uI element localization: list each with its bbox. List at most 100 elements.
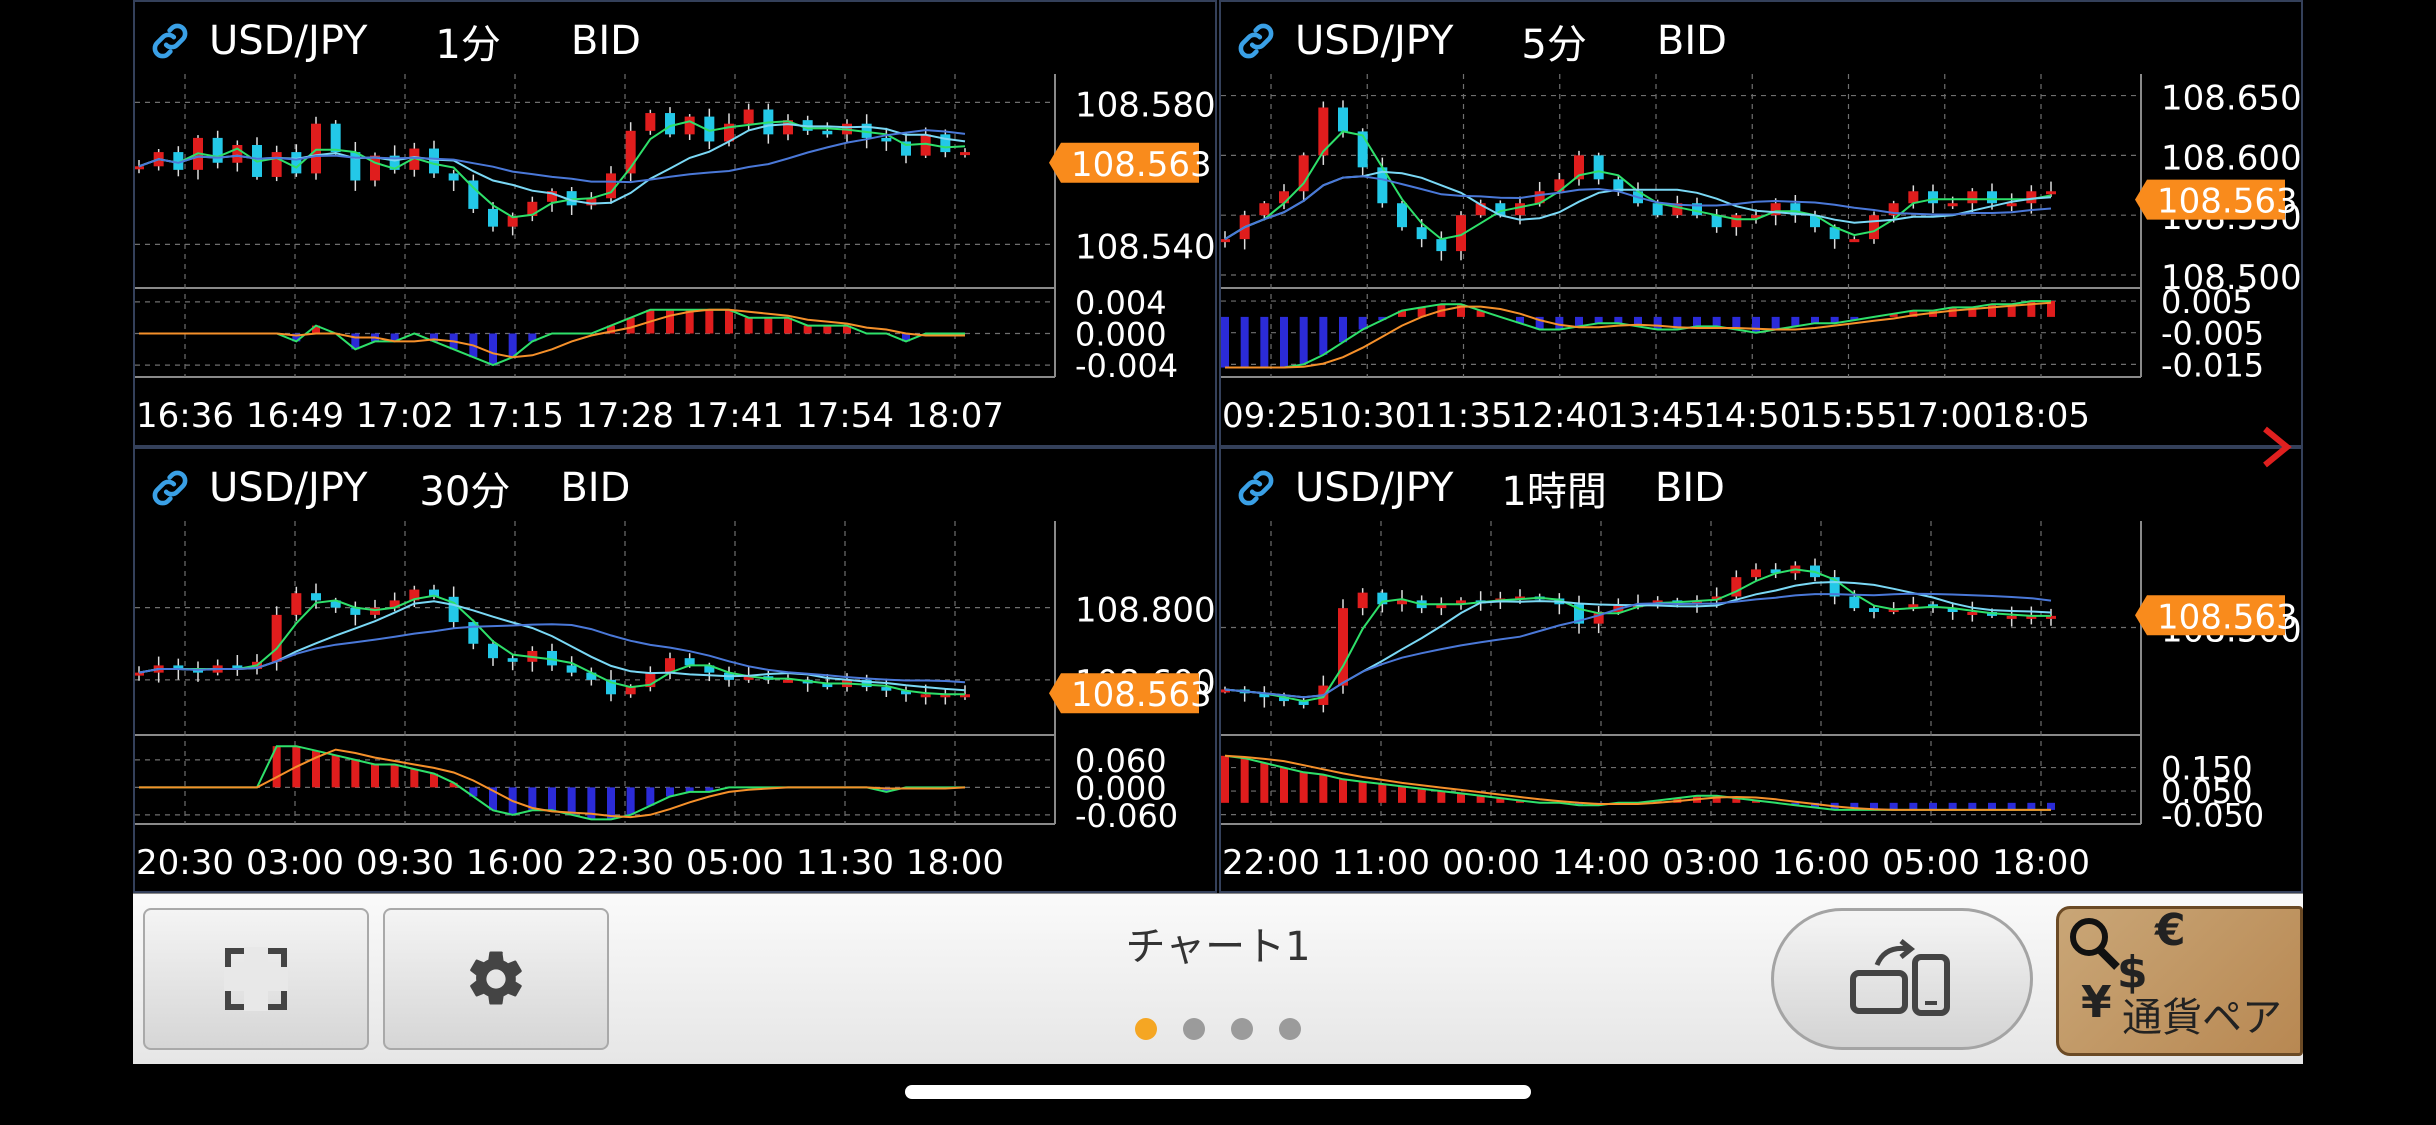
euro-symbol: € — [2155, 906, 2186, 956]
time-axis-label: 14:00 — [1552, 843, 1650, 883]
osc-bar — [331, 755, 340, 788]
candle — [881, 137, 892, 142]
candle — [606, 173, 616, 199]
candle — [665, 113, 675, 135]
osc-bar — [1988, 304, 1996, 317]
page-dot[interactable] — [1183, 1018, 1205, 1040]
candle — [448, 173, 459, 181]
osc-bar — [1909, 802, 1918, 810]
chart-panel-5m[interactable]: USD/JPY 5分 BID 108.650108.600108.550108.… — [1219, 0, 2303, 447]
price-axis-label: 108.580 — [1075, 85, 1216, 125]
rotate-device-button[interactable] — [1771, 908, 2033, 1050]
osc-bar — [1968, 802, 1977, 810]
time-axis-label: 17:02 — [356, 396, 454, 436]
candle — [507, 658, 518, 662]
osc-bar — [2007, 802, 2016, 810]
osc-bar — [1398, 786, 1406, 803]
osc-bar — [1260, 762, 1269, 803]
chart-panel-1h[interactable]: USD/JPY 1時間 BID 108.5000.1500.050-0.0501… — [1219, 447, 2303, 893]
price-axis-label: 108.650 — [2161, 79, 2302, 119]
osc-bar — [1240, 758, 1249, 803]
candle — [940, 134, 951, 153]
current-price-label: 108.563 — [2157, 182, 2298, 222]
candle — [1869, 215, 1879, 240]
page-dot[interactable] — [1279, 1018, 1301, 1040]
osc-bar — [823, 325, 832, 334]
candle — [1967, 612, 1978, 616]
page-dot[interactable] — [1231, 1018, 1253, 1040]
osc-bar — [646, 787, 655, 806]
candle — [1849, 239, 1860, 243]
macd-line — [139, 308, 965, 367]
chart-panel-1m[interactable]: USD/JPY 1分 BID 108.580 108.540 0.004 0.000-… — [133, 0, 1217, 447]
osc-axis-label: -0.050 — [2161, 797, 2264, 835]
chart-area[interactable]: 108.650108.600108.550108.5000.005-0.005-… — [1221, 2, 2303, 447]
osc-bar — [351, 759, 360, 788]
osc-bar — [1378, 784, 1387, 803]
time-axis-label: 11:30 — [796, 843, 894, 883]
candle — [1593, 155, 1604, 180]
time-axis-label: 09:25 — [1222, 396, 1320, 436]
candle — [212, 137, 223, 163]
osc-bar — [1240, 316, 1249, 368]
yen-symbol: ¥ — [2081, 977, 2112, 1028]
time-axis-label: 00:00 — [1442, 843, 1540, 883]
candle — [1908, 191, 1919, 204]
osc-bar — [626, 787, 635, 815]
candle — [1967, 191, 1978, 204]
osc-axis-label: -0.060 — [1075, 797, 1178, 835]
candle — [1338, 107, 1348, 132]
osc-bar — [1653, 316, 1662, 330]
time-axis-label: 11:00 — [1332, 843, 1430, 883]
candle — [311, 123, 321, 174]
chart-area[interactable]: 108.800108.6000.0600.000-0.060108.56320:… — [135, 449, 1217, 893]
time-axis-label: 11:35 — [1415, 396, 1513, 436]
chart-area[interactable]: 108.5000.1500.050-0.050108.56322:0011:00… — [1221, 449, 2303, 893]
time-axis-label: 13:45 — [1607, 396, 1705, 436]
osc-bar — [1417, 788, 1426, 803]
candle — [330, 123, 341, 153]
screen: USD/JPY 1分 BID 108.580 108.540 0.004 0.000-… — [0, 0, 2436, 1125]
current-price-label: 108.563 — [1071, 145, 1212, 185]
osc-bar — [489, 333, 497, 366]
signal-line — [1225, 301, 2052, 369]
candle — [1711, 215, 1722, 228]
home-indicator[interactable] — [905, 1085, 1531, 1099]
osc-axis-label: -0.004 — [1075, 347, 1178, 385]
price-axis-label: 108.600 — [2161, 138, 2302, 178]
candle — [1751, 569, 1761, 578]
time-axis-label: 16:00 — [1772, 843, 1870, 883]
candle — [743, 109, 754, 124]
osc-bar — [1752, 316, 1760, 333]
macd-line — [1225, 300, 2051, 369]
page-dot[interactable] — [1135, 1018, 1157, 1040]
candle — [370, 155, 380, 181]
osc-bar — [2027, 802, 2036, 810]
osc-bar — [607, 787, 615, 820]
time-axis-label: 18:07 — [906, 396, 1004, 436]
candle — [783, 679, 793, 683]
time-axis-label: 18:05 — [1992, 396, 2090, 436]
moving-average-line — [1224, 568, 2051, 703]
chevron-right-icon[interactable] — [2255, 425, 2295, 469]
time-axis-label: 22:00 — [1222, 843, 1320, 883]
currency-pair-button[interactable]: € $ ¥ 通貨ペア — [2056, 906, 2303, 1056]
bottom-toolbar: チャート1 € $ ¥ 通貨ペア — [133, 893, 2303, 1064]
candle — [311, 593, 321, 601]
osc-bar — [1260, 316, 1269, 368]
candle — [2026, 191, 2037, 204]
chart-panel-30m[interactable]: USD/JPY 30分 BID 108.800108.6000.0600.000… — [133, 447, 1217, 893]
time-axis-label: 18:00 — [906, 843, 1004, 883]
osc-bar — [2047, 802, 2055, 810]
candle — [2046, 191, 2056, 195]
osc-bar — [567, 787, 576, 815]
osc-bar — [725, 309, 733, 334]
candle — [822, 130, 833, 135]
candle — [2006, 203, 2017, 207]
candle — [2006, 615, 2017, 619]
osc-bar — [1929, 802, 1937, 810]
chart-area[interactable]: 108.580108.5400.0040.000-0.004108.56316:… — [135, 2, 1217, 447]
candle — [271, 614, 282, 662]
candle — [1338, 608, 1348, 686]
time-axis-label: 17:28 — [576, 396, 674, 436]
